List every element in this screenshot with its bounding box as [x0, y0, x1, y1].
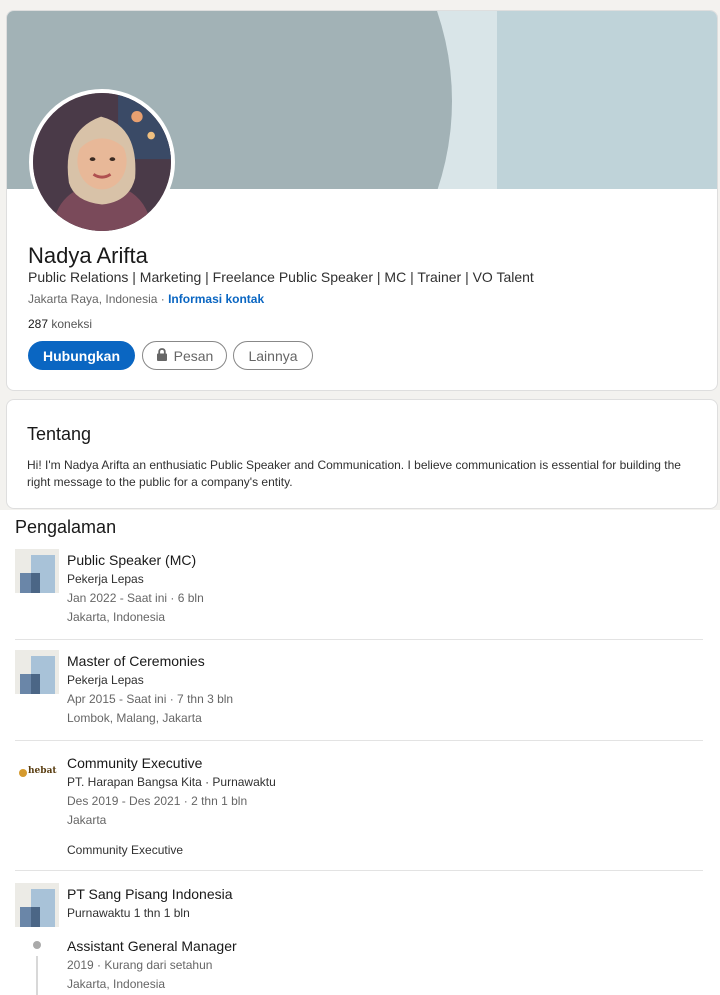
avatar-photo: [33, 93, 171, 231]
timeline-dot: [33, 941, 41, 949]
about-text: Hi! I'm Nadya Arifta an enthusiatic Publ…: [27, 458, 681, 489]
experience-divider: [15, 639, 703, 640]
experience-item: Master of Ceremonies Pekerja Lepas Apr 2…: [67, 651, 233, 728]
location-row: Jakarta Raya, Indonesia · Informasi kont…: [28, 292, 264, 306]
experience-divider: [15, 870, 703, 871]
experience-divider: [15, 740, 703, 741]
experience-location: Jakarta, Indonesia: [67, 977, 166, 991]
experience-group: PT Sang Pisang Indonesia Purnawaktu 1 th…: [67, 884, 233, 923]
location-separator: ·: [157, 292, 169, 306]
connections-number: 287: [28, 317, 49, 331]
hebat-logo[interactable]: hebat: [15, 751, 59, 795]
connections-count[interactable]: 287 koneksi: [28, 317, 92, 331]
timeline-line: [36, 956, 38, 995]
experience-location: Lombok, Malang, Jakarta: [67, 711, 202, 725]
experience-location: Jakarta: [67, 813, 107, 827]
experience-item: Public Speaker (MC) Pekerja Lepas Jan 20…: [67, 550, 204, 627]
company-logo[interactable]: [15, 650, 59, 694]
profile-location: Jakarta Raya, Indonesia: [28, 292, 158, 306]
experience-description: Community Executive: [67, 843, 184, 857]
more-button[interactable]: Lainnya: [233, 341, 313, 370]
profile-avatar[interactable]: [29, 89, 175, 235]
contact-info-link[interactable]: Informasi kontak: [168, 292, 264, 306]
experience-location: Jakarta, Indonesia: [67, 610, 166, 624]
experience-dates: Jan 2022 - Saat ini · 6 bln: [67, 591, 204, 605]
experience-role: Master of Ceremonies: [67, 653, 205, 669]
experience-role: Public Speaker (MC): [67, 552, 197, 568]
experience-dates: 2019 · Kurang dari setahun: [67, 958, 213, 972]
lock-icon: [156, 347, 168, 364]
company-logo[interactable]: [15, 883, 59, 927]
company-logo[interactable]: [15, 549, 59, 593]
message-button-label: Pesan: [173, 347, 214, 364]
experience-title: Pengalaman: [15, 517, 117, 537]
connections-label: koneksi: [51, 317, 93, 331]
experience-company: PT. Harapan Bangsa Kita · Purnawaktu: [67, 775, 276, 789]
experience-role: Assistant General Manager: [67, 938, 237, 954]
experience-item: Community Executive PT. Harapan Bangsa K…: [67, 753, 276, 860]
experience-group-duration: Purnawaktu 1 thn 1 bln: [67, 906, 190, 920]
profile-name: Nadya Arifta: [28, 243, 148, 268]
profile-headline: Public Relations | Marketing | Freelance…: [28, 269, 534, 285]
experience-company: Pekerja Lepas: [67, 572, 144, 586]
experience-company: Pekerja Lepas: [67, 673, 144, 687]
experience-section: Pengalaman Public Speaker (MC) Pekerja L…: [0, 510, 720, 995]
experience-role: Community Executive: [67, 755, 203, 771]
experience-company-name[interactable]: PT Sang Pisang Indonesia: [67, 884, 233, 904]
experience-dates: Des 2019 - Des 2021 · 2 thn 1 bln: [67, 794, 248, 808]
experience-subitem: Assistant General Manager 2019 · Kurang …: [67, 936, 237, 994]
message-button[interactable]: Pesan: [142, 341, 227, 370]
profile-card: Nadya Arifta Public Relations | Marketin…: [6, 10, 718, 391]
about-card: Tentang Hi! I'm Nadya Arifta an enthusia…: [6, 399, 718, 509]
connect-button[interactable]: Hubungkan: [28, 341, 135, 370]
about-title: Tentang: [27, 424, 92, 444]
experience-dates: Apr 2015 - Saat ini · 7 thn 3 bln: [67, 692, 234, 706]
